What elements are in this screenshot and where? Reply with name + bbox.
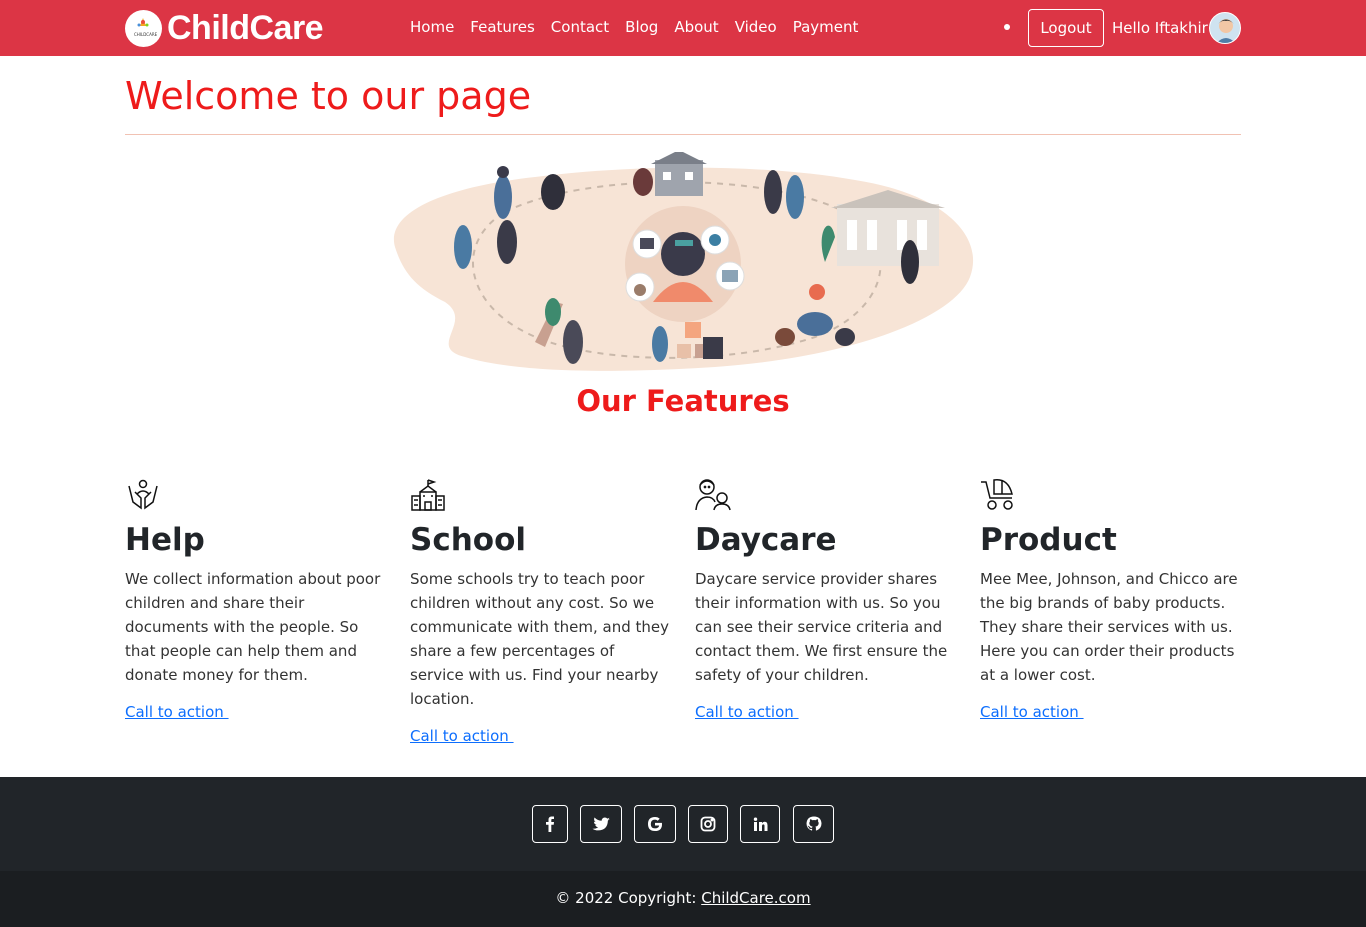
status-dot-icon (1004, 24, 1010, 30)
call-to-action-link[interactable]: Call to action (980, 703, 1084, 721)
brand-name[interactable]: ChildCare (167, 9, 324, 48)
feature-title: Help (125, 522, 205, 558)
feature-card-daycare: Daycare Daycare service provider shares … (695, 476, 957, 721)
feature-title: Product (980, 522, 1117, 558)
feature-card-school: School Some schools try to teach poor ch… (410, 476, 672, 745)
nav-link-about[interactable]: About (666, 18, 726, 36)
navbar: CHILDCARE ChildCare Home Features Contac… (0, 0, 1366, 56)
github-icon[interactable] (793, 805, 834, 843)
feature-text: Daycare service provider shares their in… (695, 570, 948, 685)
user-greeting: Hello Iftakhir (1112, 19, 1208, 37)
feature-text: Some schools try to teach poor children … (410, 570, 669, 709)
logo-text: CHILDCARE (134, 32, 158, 37)
copyright-link[interactable]: ChildCare.com (701, 889, 810, 907)
instagram-icon[interactable] (688, 805, 728, 843)
call-to-action-link[interactable]: Call to action (125, 703, 229, 721)
footer (0, 777, 1366, 871)
nav-links: Home Features Contact Blog About Video P… (402, 18, 866, 36)
school-building-icon (410, 476, 446, 512)
features-heading: Our Features (576, 384, 790, 418)
twitter-icon[interactable] (580, 805, 622, 843)
nav-link-features[interactable]: Features (462, 18, 543, 36)
nanny-child-icon (695, 476, 731, 512)
feature-title: Daycare (695, 522, 837, 558)
feature-title: School (410, 522, 526, 558)
hero-illustration (385, 150, 977, 374)
nav-link-payment[interactable]: Payment (785, 18, 867, 36)
logout-button[interactable]: Logout (1028, 9, 1104, 47)
call-to-action-link[interactable]: Call to action (410, 727, 514, 745)
feature-text: Mee Mee, Johnson, and Chicco are the big… (980, 570, 1238, 685)
nav-link-video[interactable]: Video (727, 18, 785, 36)
childcare-logo-icon: CHILDCARE (125, 10, 162, 47)
avatar[interactable] (1209, 12, 1241, 44)
nav-link-home[interactable]: Home (402, 18, 462, 36)
helping-hands-icon (125, 476, 161, 512)
title-divider (125, 134, 1241, 135)
page-title: Welcome to our page (125, 74, 532, 118)
brand[interactable]: CHILDCARE ChildCare (125, 9, 324, 48)
nav-link-contact[interactable]: Contact (543, 18, 617, 36)
facebook-icon[interactable] (532, 805, 568, 843)
linkedin-icon[interactable] (740, 805, 780, 843)
nav-link-blog[interactable]: Blog (617, 18, 666, 36)
google-icon[interactable] (634, 805, 676, 843)
call-to-action-link[interactable]: Call to action (695, 703, 799, 721)
feature-text: We collect information about poor childr… (125, 570, 381, 685)
feature-card-help: Help We collect information about poor c… (125, 476, 387, 721)
baby-stroller-icon (980, 476, 1016, 512)
copyright: © 2022 Copyright: ChildCare.com (0, 889, 1366, 907)
feature-card-product: Product Mee Mee, Johnson, and Chicco are… (980, 476, 1242, 721)
copyright-text: © 2022 Copyright: (555, 889, 702, 907)
